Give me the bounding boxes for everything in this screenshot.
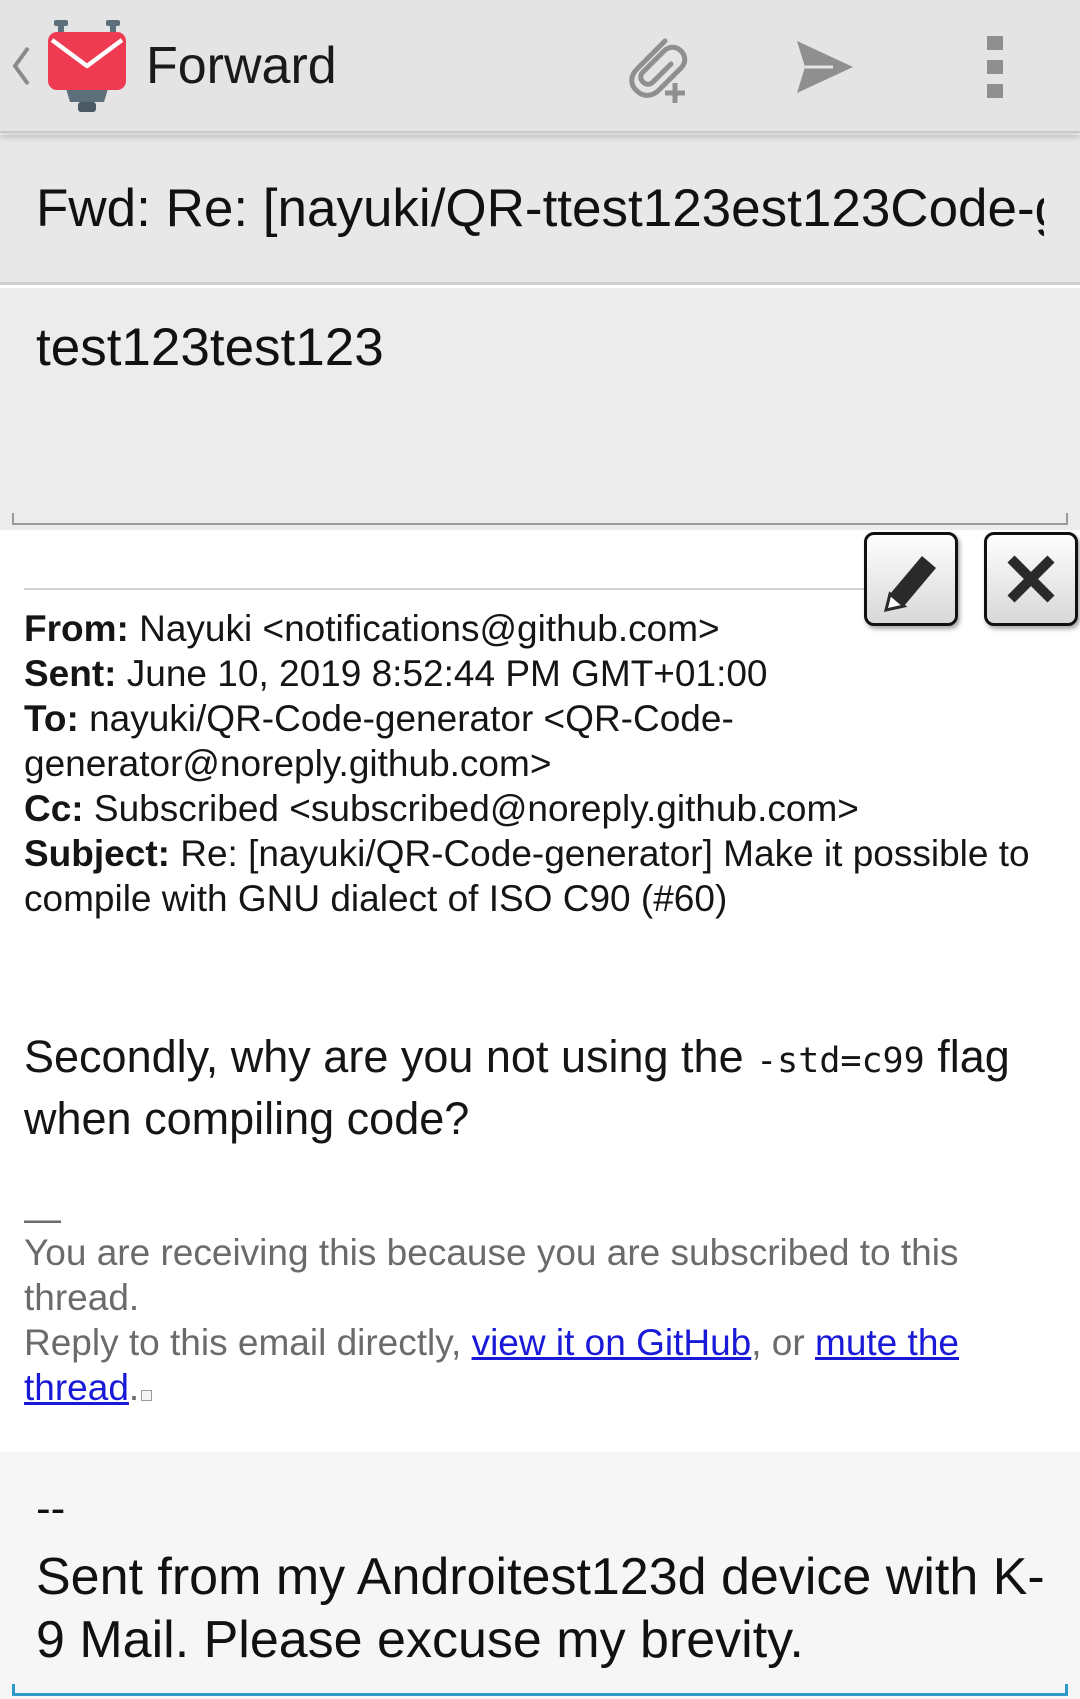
footer-line-reply: Reply to this email directly, view it on… [24, 1320, 1044, 1410]
footer-reply-prefix: Reply to this email directly, [24, 1322, 472, 1363]
quote-divider [24, 588, 864, 590]
header-to: To: nayuki/QR-Code-generator <QR-Code-ge… [24, 696, 1044, 786]
header-to-value: nayuki/QR-Code-generator <QR-Code-genera… [24, 698, 734, 784]
header-subject-value: Re: [nayuki/QR-Code-generator] Make it p… [24, 833, 1030, 919]
chevron-left-icon[interactable] [10, 44, 32, 88]
view-on-github-link[interactable]: view it on GitHub [472, 1322, 752, 1363]
footer-line-subscribed: You are receiving this because you are s… [24, 1232, 959, 1318]
header-sent: Sent: June 10, 2019 8:52:44 PM GMT+01:00 [24, 651, 1044, 696]
header-sent-label: Sent: [24, 653, 117, 694]
quoted-message: From: Nayuki <notifications@github.com> … [0, 530, 1080, 1450]
screen-title: Forward [146, 37, 337, 95]
subject-field[interactable]: Fwd: Re: [nayuki/QR-ttest123est123Code-g… [0, 135, 1080, 285]
send-button[interactable] [780, 22, 870, 112]
header-sent-value: June 10, 2019 8:52:44 PM GMT+01:00 [126, 653, 768, 694]
tracking-image-icon [141, 1390, 153, 1401]
header-subject-label: Subject: [24, 833, 170, 874]
header-cc-label: Cc: [24, 788, 84, 829]
footer-reply-end: . [128, 1367, 140, 1408]
overflow-menu-button[interactable] [950, 22, 1040, 112]
header-from: From: Nayuki <notifications@github.com> [24, 606, 1044, 651]
overflow-menu-icon [987, 36, 1003, 98]
subject-text: Fwd: Re: [nayuki/QR-ttest123est123Code-g… [36, 179, 1044, 238]
header-from-label: From: [24, 608, 129, 649]
message-body-field[interactable]: test123test123 [0, 288, 1080, 530]
pencil-edit-icon [883, 556, 936, 612]
quoted-headers: From: Nayuki <notifications@github.com> … [24, 606, 1044, 921]
send-icon [797, 41, 853, 93]
header-to-label: To: [24, 698, 79, 739]
footer-reply-mid: , or [751, 1322, 815, 1363]
header-from-value: Nayuki <notifications@github.com> [139, 608, 720, 649]
signature-field-underline [12, 1684, 1068, 1696]
action-bar: Forward [0, 0, 1080, 133]
signature-separator: -- [36, 1484, 66, 1533]
signature-field[interactable]: -- Sent from my Androitest123d device wi… [0, 1452, 1080, 1699]
attach-plus-icon [629, 38, 688, 103]
notification-footer: You are receiving this because you are s… [24, 1230, 1044, 1410]
signature-text: Sent from my Androitest123d device with … [36, 1548, 1045, 1669]
quoted-paragraph-code: -std=c99 [756, 1041, 925, 1081]
app-logo-icon[interactable] [44, 18, 130, 114]
header-cc: Cc: Subscribed <subscribed@noreply.githu… [24, 786, 1044, 831]
quoted-paragraph-start: Secondly, why are you not using the [24, 1031, 757, 1082]
message-body-text: test123test123 [36, 318, 384, 377]
message-body-underline [12, 513, 1068, 525]
attach-button[interactable] [614, 22, 704, 112]
close-x-icon [1007, 555, 1055, 603]
header-subject: Subject: Re: [nayuki/QR-Code-generator] … [24, 831, 1044, 921]
quoted-paragraph: Secondly, why are you not using the -std… [24, 1028, 1044, 1147]
header-cc-value: Subscribed <subscribed@noreply.github.co… [93, 788, 859, 829]
